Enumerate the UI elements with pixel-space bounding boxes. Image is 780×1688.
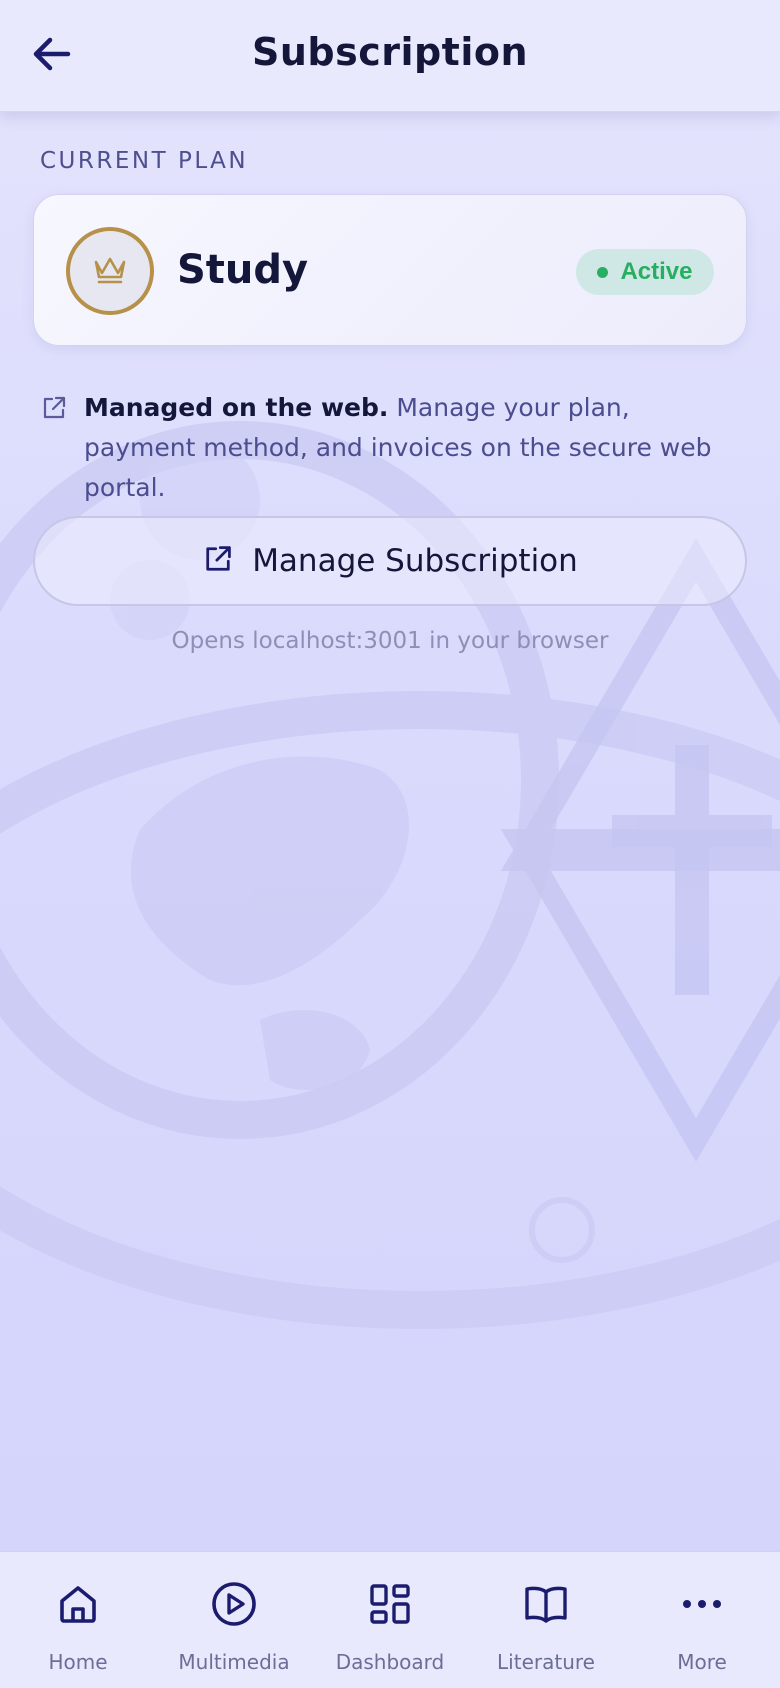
browser-hint: Opens localhost:3001 in your browser [171, 628, 609, 654]
tab-literature-label: Literature [497, 1650, 595, 1674]
tab-dashboard[interactable]: Dashboard [312, 1552, 468, 1688]
app-header: Subscription [0, 0, 780, 112]
status-dot-icon [597, 266, 609, 278]
tab-home-label: Home [48, 1650, 108, 1674]
page-title: Subscription [251, 30, 529, 74]
external-link-icon [202, 543, 234, 580]
tab-literature[interactable]: Literature [468, 1552, 624, 1688]
notice-bold-text: Managed on the web. [84, 393, 389, 422]
manage-subscription-button[interactable]: Manage Subscription [33, 516, 747, 606]
status-badge: Active [576, 249, 714, 295]
tab-multimedia[interactable]: Multimedia [156, 1552, 312, 1688]
status-text: Active [620, 258, 693, 285]
web-managed-notice: Managed on the web. Manage your plan, pa… [84, 388, 744, 508]
tab-home[interactable]: Home [0, 1552, 156, 1688]
plan-badge [66, 227, 154, 315]
open-book-icon [522, 1580, 570, 1628]
current-plan-card: Study Active [33, 194, 747, 346]
crown-icon [90, 249, 130, 294]
tab-dashboard-label: Dashboard [335, 1650, 445, 1674]
plan-name: Study [177, 247, 309, 293]
tab-more-label: More [677, 1650, 727, 1674]
bottom-tab-bar: Home Multimedia Dashboard Literature Mor… [0, 1551, 780, 1688]
current-plan-label: CURRENT PLAN [40, 148, 249, 174]
play-circle-icon [210, 1580, 258, 1628]
external-link-icon [40, 394, 68, 422]
tab-more[interactable]: More [624, 1552, 780, 1688]
dashboard-grid-icon [366, 1580, 414, 1628]
home-icon [54, 1580, 102, 1628]
tab-multimedia-label: Multimedia [178, 1650, 290, 1674]
manage-subscription-label: Manage Subscription [252, 543, 578, 579]
more-dots-icon [678, 1580, 726, 1628]
